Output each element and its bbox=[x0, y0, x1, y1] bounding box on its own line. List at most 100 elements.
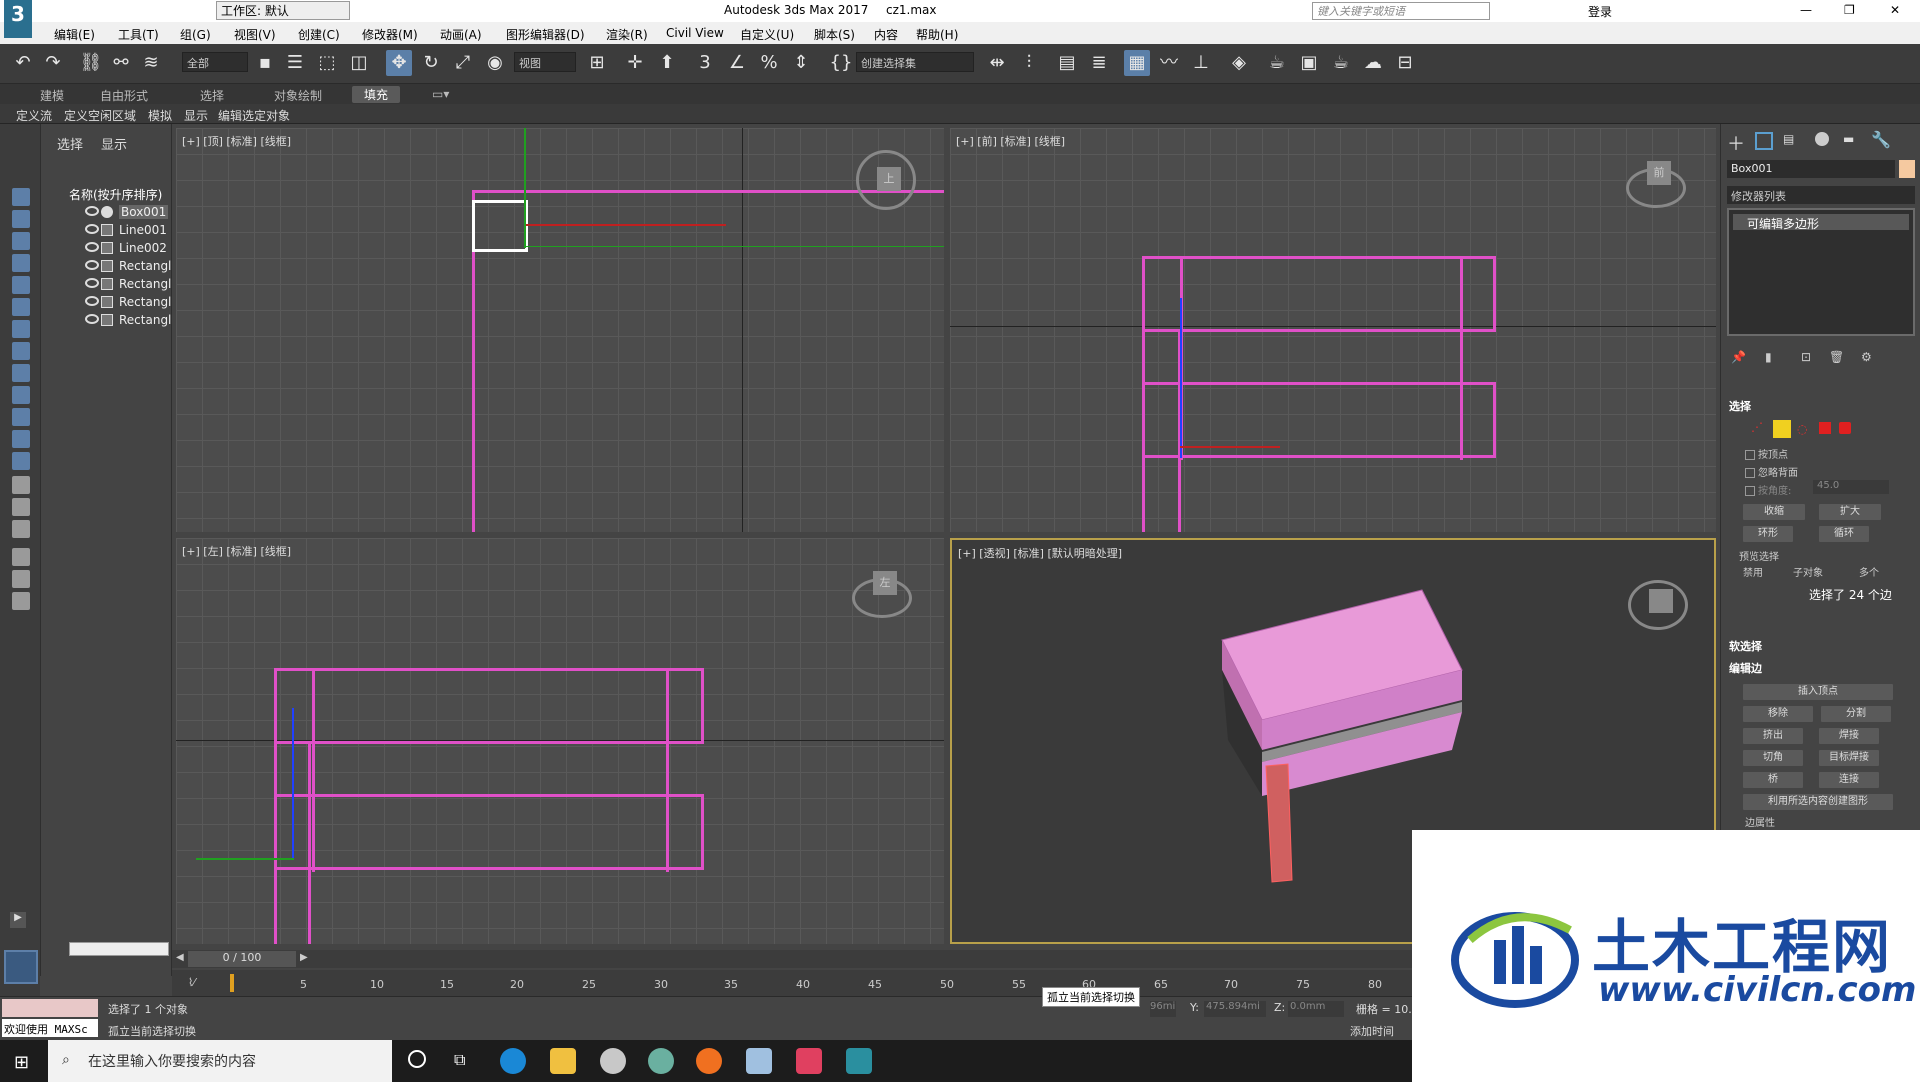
filter-icon[interactable] bbox=[12, 570, 30, 588]
display-hidden-icon[interactable] bbox=[12, 452, 30, 470]
redo-icon[interactable]: ↷ bbox=[40, 50, 66, 76]
viewport-layout-icon[interactable] bbox=[4, 950, 38, 984]
viewport-label[interactable]: [+] [顶] [标准] [线框] bbox=[182, 133, 291, 149]
split-button[interactable]: 分割 bbox=[1821, 706, 1891, 722]
polygon-mode-icon[interactable] bbox=[1819, 422, 1831, 434]
menu-scripting[interactable]: 脚本(S) bbox=[814, 26, 855, 43]
task-view-icon[interactable]: ⧉ bbox=[454, 1050, 465, 1070]
loop-button[interactable]: 循环 bbox=[1819, 526, 1869, 542]
weld-button[interactable]: 焊接 bbox=[1819, 728, 1879, 744]
reference-coord-dropdown[interactable]: 视图 bbox=[514, 52, 576, 72]
snaps-toggle-icon[interactable]: 3 bbox=[692, 50, 718, 76]
list-item[interactable]: Box001 bbox=[85, 204, 171, 221]
ring-button[interactable]: 环形 bbox=[1743, 526, 1793, 542]
connect-button[interactable]: 连接 bbox=[1819, 772, 1879, 788]
layer-explorer-icon[interactable]: ▤ bbox=[1054, 50, 1080, 76]
display-helpers-icon[interactable] bbox=[12, 298, 30, 316]
angle-snap-icon[interactable]: ∠ bbox=[724, 50, 750, 76]
display-containers-icon[interactable] bbox=[12, 408, 30, 426]
a360-gallery-icon[interactable]: ⊟ bbox=[1392, 50, 1418, 76]
next-frame-button[interactable]: ▶ bbox=[300, 952, 308, 963]
ignore-backfacing-checkbox[interactable]: 忽略背面 bbox=[1745, 464, 1798, 479]
edge-browser-icon[interactable] bbox=[500, 1048, 526, 1074]
maxscript-listener[interactable] bbox=[2, 999, 98, 1017]
maximize-button[interactable]: ❐ bbox=[1844, 3, 1855, 17]
select-manipulate-icon[interactable]: ✛ bbox=[622, 50, 648, 76]
menu-rendering[interactable]: 渲染(R) bbox=[606, 26, 648, 43]
stack-item-editable-poly[interactable]: 可编辑多边形 bbox=[1733, 214, 1909, 231]
list-item[interactable]: Rectangl bbox=[85, 276, 171, 293]
select-by-name-icon[interactable]: ☰ bbox=[282, 50, 308, 76]
utilities-tab-icon[interactable]: 🔧 bbox=[1871, 130, 1891, 149]
prev-frame-button[interactable]: ◀ bbox=[176, 952, 184, 963]
menu-create[interactable]: 创建(C) bbox=[298, 26, 340, 43]
bridge-button[interactable]: 桥 bbox=[1743, 772, 1803, 788]
horizontal-scrollbar[interactable] bbox=[69, 942, 169, 956]
z-coord-field[interactable]: 0.0mm bbox=[1288, 1001, 1344, 1017]
login-link[interactable]: 登录 bbox=[1588, 3, 1612, 20]
time-slider-thumb[interactable]: 0 / 100 bbox=[188, 951, 296, 967]
make-unique-icon[interactable]: ⊡ bbox=[1801, 350, 1811, 364]
viewport-front[interactable]: [+] [前] [标准] [线框] 前 bbox=[950, 128, 1716, 532]
layer-icon[interactable] bbox=[12, 592, 30, 610]
display-none-all-icon[interactable] bbox=[12, 498, 30, 516]
selection-filter-dropdown[interactable]: 全部 bbox=[182, 52, 248, 72]
eye-icon[interactable] bbox=[85, 260, 99, 270]
ribbon-tab-modeling[interactable]: 建模 bbox=[40, 87, 64, 104]
configure-sets-icon[interactable]: ⚙ bbox=[1861, 350, 1872, 364]
link-icon[interactable]: ⛓ bbox=[78, 50, 104, 76]
minimize-button[interactable]: — bbox=[1800, 3, 1812, 17]
viewcube-persp[interactable] bbox=[1628, 580, 1688, 630]
placement-icon[interactable]: ◉ bbox=[482, 50, 508, 76]
render-setup-icon[interactable]: ☕ bbox=[1264, 50, 1290, 76]
3dsmax-taskbar-icon[interactable] bbox=[846, 1048, 872, 1074]
app-icon-1[interactable] bbox=[600, 1048, 626, 1074]
display-shapes-icon[interactable] bbox=[12, 232, 30, 250]
display-all-icon[interactable] bbox=[12, 476, 30, 494]
remove-button[interactable]: 移除 bbox=[1743, 706, 1813, 722]
vertex-mode-icon[interactable]: ⋰ bbox=[1751, 420, 1763, 434]
add-time-tag[interactable]: 添加时间 bbox=[1350, 1023, 1394, 1039]
menu-group[interactable]: 组(G) bbox=[180, 26, 211, 43]
spinner-snap-icon[interactable]: ⇕ bbox=[788, 50, 814, 76]
invert-display-icon[interactable] bbox=[12, 520, 30, 538]
scale-icon[interactable]: ⤢ bbox=[450, 50, 476, 76]
display-lights-icon[interactable] bbox=[12, 254, 30, 272]
chamfer-button[interactable]: 切角 bbox=[1743, 750, 1803, 766]
named-selection-dropdown[interactable]: 创建选择集 bbox=[856, 52, 974, 72]
eye-icon[interactable] bbox=[85, 206, 99, 216]
rendered-frame-icon[interactable]: ▣ bbox=[1296, 50, 1322, 76]
target-weld-button[interactable]: 目标焊接 bbox=[1819, 750, 1879, 766]
toggle-ribbon-icon[interactable]: ≣ bbox=[1086, 50, 1112, 76]
curve-editor-icon[interactable]: 〰 bbox=[1156, 50, 1182, 76]
viewport-label[interactable]: [+] [前] [标准] [线框] bbox=[956, 133, 1065, 149]
edit-edges-header[interactable]: 编辑边 bbox=[1729, 660, 1762, 676]
menu-content[interactable]: 内容 bbox=[874, 26, 898, 43]
eye-icon[interactable] bbox=[85, 242, 99, 252]
percent-snap-icon[interactable]: % bbox=[756, 50, 782, 76]
list-item[interactable]: Rectangl bbox=[85, 312, 171, 329]
list-item[interactable]: Rectangl bbox=[85, 258, 171, 275]
track-bar[interactable]: ⌇⁄ 5 10 15 20 25 30 35 40 45 50 55 60 65… bbox=[172, 970, 1412, 996]
y-coord-field[interactable]: 475.894mi bbox=[1204, 1001, 1266, 1017]
hierarchy-tab-icon[interactable]: ▤ bbox=[1783, 132, 1794, 146]
render-production-icon[interactable]: ☕ bbox=[1328, 50, 1354, 76]
viewport-left[interactable]: [+] [左] [标准] [线框] 左 bbox=[176, 538, 944, 944]
element-mode-icon[interactable] bbox=[1839, 422, 1851, 434]
rect-selection-icon[interactable]: ⬚ bbox=[314, 50, 340, 76]
list-item[interactable]: Line002 bbox=[85, 240, 171, 257]
tab-select[interactable]: 选择 bbox=[57, 134, 83, 153]
menu-tools[interactable]: 工具(T) bbox=[118, 26, 159, 43]
mirror-icon[interactable]: ⇹ bbox=[984, 50, 1010, 76]
rotate-icon[interactable]: ↻ bbox=[418, 50, 444, 76]
object-name-field[interactable]: Box001 bbox=[1727, 160, 1895, 178]
x-coord-field[interactable]: 96mi bbox=[1150, 1001, 1176, 1017]
unlink-icon[interactable]: ⚯ bbox=[108, 50, 134, 76]
extrude-button[interactable]: 挤出 bbox=[1743, 728, 1803, 744]
display-spacewarps-icon[interactable] bbox=[12, 320, 30, 338]
display-cameras-icon[interactable] bbox=[12, 276, 30, 294]
modify-tab-icon[interactable] bbox=[1755, 132, 1773, 150]
cortana-icon[interactable] bbox=[408, 1050, 426, 1068]
edge-mode-icon[interactable] bbox=[1773, 420, 1791, 438]
display-tab-icon[interactable]: ▬ bbox=[1843, 132, 1854, 146]
